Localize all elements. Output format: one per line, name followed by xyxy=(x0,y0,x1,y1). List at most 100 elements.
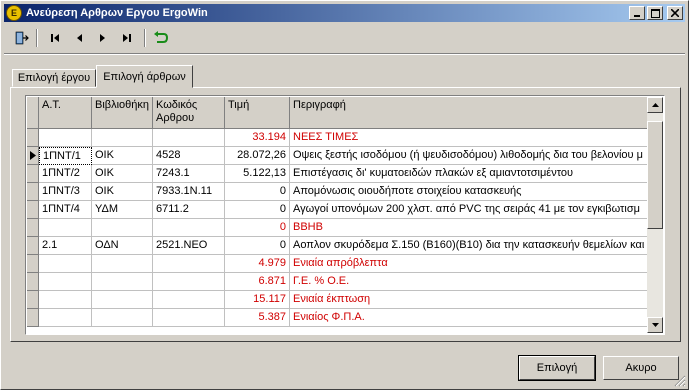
close-button[interactable] xyxy=(667,6,683,20)
column-header-at[interactable]: Α.Τ. xyxy=(39,97,92,129)
app-logo-icon[interactable]: E xyxy=(6,5,22,21)
last-record-icon xyxy=(123,34,131,42)
next-record-button[interactable] xyxy=(92,28,114,48)
row-indicator[interactable] xyxy=(27,183,39,201)
cell-price[interactable]: 15.117 xyxy=(225,291,290,309)
articles-grid[interactable]: Α.Τ. Βιβλιοθήκη Κωδικός Αρθρου Τιμή Περι… xyxy=(25,95,665,335)
row-indicator[interactable] xyxy=(27,129,39,147)
maximize-icon xyxy=(650,8,660,18)
resize-grip-icon[interactable] xyxy=(674,375,686,387)
row-indicator[interactable] xyxy=(27,147,39,165)
tab-project-selection[interactable]: Επιλογή έργου xyxy=(12,69,96,87)
last-record-button[interactable] xyxy=(116,28,138,48)
scroll-up-button[interactable] xyxy=(647,97,663,113)
column-header-price[interactable]: Τιμή xyxy=(225,97,290,129)
cell-article-code[interactable] xyxy=(153,273,225,291)
cell-description[interactable]: ΒΒΗΒ xyxy=(290,219,649,237)
title-bar[interactable]: E Ανεύρεση Αρθρων Εργου ErgoWin xyxy=(4,4,685,22)
cell-library[interactable] xyxy=(92,273,153,291)
cell-at[interactable]: 1ΠΝΤ/2 xyxy=(39,165,92,183)
cell-article-code[interactable] xyxy=(153,309,225,327)
vertical-scrollbar[interactable] xyxy=(647,97,663,333)
cell-description[interactable]: Ενιαίος Φ.Π.Α. xyxy=(290,309,649,327)
cell-price[interactable]: 5.122,13 xyxy=(225,165,290,183)
minimize-button[interactable] xyxy=(629,6,645,20)
cell-at[interactable]: 1ΠΝΤ/1 xyxy=(39,147,92,165)
refresh-button[interactable] xyxy=(150,28,172,48)
cell-article-code[interactable]: 4528 xyxy=(153,147,225,165)
cell-library[interactable] xyxy=(92,291,153,309)
scroll-down-button[interactable] xyxy=(647,317,663,333)
cell-description[interactable]: Γ.Ε. % Ο.Ε. xyxy=(290,273,649,291)
current-row-icon xyxy=(29,151,36,160)
cell-library[interactable]: ΟΙΚ xyxy=(92,165,153,183)
cell-article-code[interactable]: 7933.1Ν.11 xyxy=(153,183,225,201)
cell-library[interactable]: ΟΙΚ xyxy=(92,183,153,201)
column-header-article-code[interactable]: Κωδικός Αρθρου xyxy=(153,97,225,129)
select-button-label: Επιλογή xyxy=(536,362,578,374)
cell-description[interactable]: Οψεις ξεστής ισοδόμου (ή ψευδισοδόμου) λ… xyxy=(290,147,649,165)
cell-description[interactable]: Ενιαία απρόβλεπτα xyxy=(290,255,649,273)
cell-article-code[interactable] xyxy=(153,291,225,309)
cell-price[interactable]: 0 xyxy=(225,219,290,237)
scroll-thumb[interactable] xyxy=(647,121,663,229)
row-indicator[interactable] xyxy=(27,165,39,183)
cell-at[interactable] xyxy=(39,291,92,309)
row-indicator[interactable] xyxy=(27,255,39,273)
cell-description[interactable]: Επιστέγασις δι' κυματοειδών πλακών εξ αμ… xyxy=(290,165,649,183)
cell-price[interactable]: 28.072,26 xyxy=(225,147,290,165)
cell-at[interactable] xyxy=(39,255,92,273)
exit-button[interactable] xyxy=(10,28,32,48)
cell-price[interactable]: 0 xyxy=(225,183,290,201)
cell-price[interactable]: 0 xyxy=(225,237,290,255)
row-indicator[interactable] xyxy=(27,291,39,309)
row-indicator[interactable] xyxy=(27,219,39,237)
cell-price[interactable]: 0 xyxy=(225,201,290,219)
tab-article-selection[interactable]: Επιλογή άρθρων xyxy=(96,65,193,88)
cell-description[interactable]: Αγωγοί υπονόμων 200 χλστ. από PVC της σε… xyxy=(290,201,649,219)
cell-article-code[interactable] xyxy=(153,129,225,147)
previous-record-icon xyxy=(77,34,82,42)
cell-price[interactable]: 4.979 xyxy=(225,255,290,273)
maximize-button[interactable] xyxy=(647,6,663,20)
cell-description[interactable]: ΝΕΕΣ ΤΙΜΕΣ xyxy=(290,129,649,147)
cell-library[interactable]: ΥΔΜ xyxy=(92,201,153,219)
previous-record-button[interactable] xyxy=(68,28,90,48)
toolbar-separator xyxy=(36,29,38,47)
column-header-library[interactable]: Βιβλιοθήκη xyxy=(92,97,153,129)
cell-article-code[interactable]: 2521.ΝΕΟ xyxy=(153,237,225,255)
row-indicator[interactable] xyxy=(27,309,39,327)
cell-at[interactable]: 1ΠΝΤ/4 xyxy=(39,201,92,219)
cell-description[interactable]: Αοπλον σκυρόδεμα Σ.150 (Β160)(Β10) δια τ… xyxy=(290,237,649,255)
column-header-description[interactable]: Περιγραφή xyxy=(290,97,649,129)
cell-price[interactable]: 5.387 xyxy=(225,309,290,327)
cell-at[interactable] xyxy=(39,273,92,291)
cell-description[interactable]: Απομόνωσις οιουδήποτε στοιχείου κατασκευ… xyxy=(290,183,649,201)
cell-article-code[interactable] xyxy=(153,255,225,273)
cell-at[interactable]: 1ΠΝΤ/3 xyxy=(39,183,92,201)
cell-article-code[interactable]: 7243.1 xyxy=(153,165,225,183)
cell-price[interactable]: 33.194 xyxy=(225,129,290,147)
select-button[interactable]: Επιλογή xyxy=(518,355,596,381)
cell-at[interactable]: 2.1 xyxy=(39,237,92,255)
cell-article-code[interactable]: 6711.2 xyxy=(153,201,225,219)
cell-library[interactable] xyxy=(92,309,153,327)
cancel-button[interactable]: Ακυρο xyxy=(603,356,679,380)
cell-at[interactable] xyxy=(39,219,92,237)
row-indicator[interactable] xyxy=(27,201,39,219)
cell-library[interactable] xyxy=(92,219,153,237)
cell-library[interactable]: ΟΔΝ xyxy=(92,237,153,255)
row-indicator[interactable] xyxy=(27,273,39,291)
row-indicator[interactable] xyxy=(27,237,39,255)
cell-price[interactable]: 6.871 xyxy=(225,273,290,291)
close-icon xyxy=(671,9,679,17)
cell-library[interactable]: ΟΙΚ xyxy=(92,147,153,165)
first-record-button[interactable] xyxy=(44,28,66,48)
cell-description[interactable]: Ενιαία έκπτωση xyxy=(290,291,649,309)
cell-library[interactable] xyxy=(92,255,153,273)
cell-article-code[interactable] xyxy=(153,219,225,237)
cell-library[interactable] xyxy=(92,129,153,147)
toolbar xyxy=(4,25,685,51)
cell-at[interactable] xyxy=(39,129,92,147)
cell-at[interactable] xyxy=(39,309,92,327)
